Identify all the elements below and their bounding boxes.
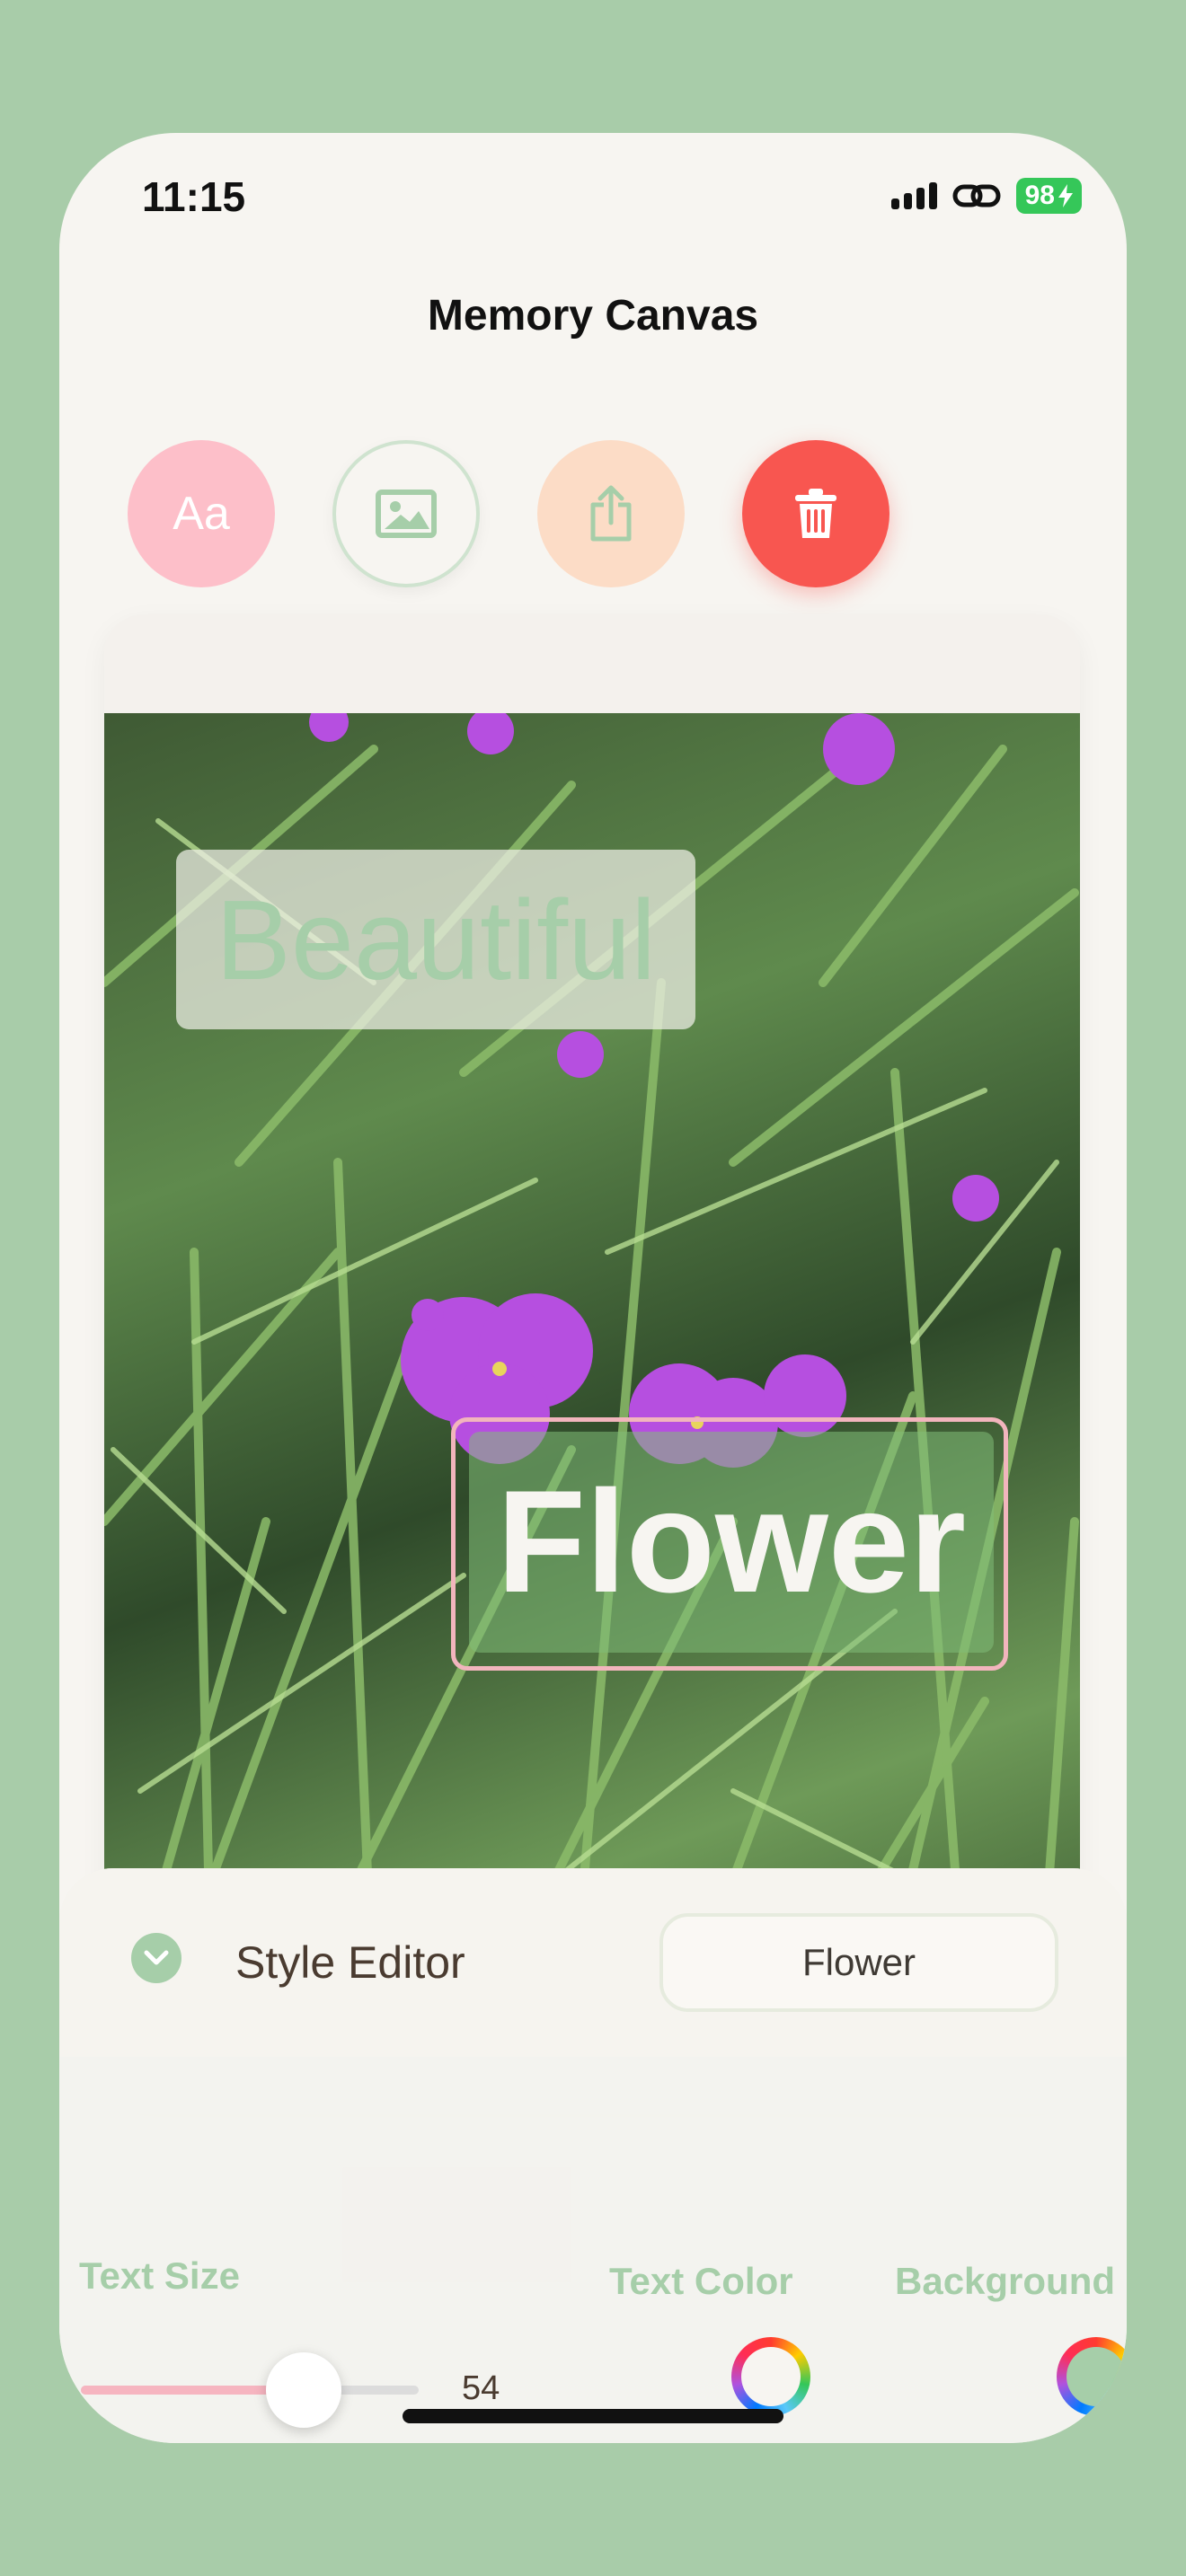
- page-title: Memory Canvas: [427, 292, 759, 340]
- background-color-swatch: [1067, 2347, 1126, 2406]
- chevron-down-icon: [144, 1950, 169, 1965]
- status-icons: 98: [890, 178, 1082, 214]
- slider-thumb[interactable]: [266, 2352, 342, 2428]
- link-icon: [952, 184, 1001, 207]
- status-bar: 11:15 98: [59, 133, 1127, 259]
- background-label: Background: [895, 2260, 1116, 2302]
- text-overlay-flower[interactable]: Flower: [469, 1432, 994, 1653]
- toolbar: Aa: [128, 440, 890, 587]
- battery-indicator: 98: [1015, 178, 1082, 214]
- add-text-button[interactable]: Aa: [128, 440, 275, 587]
- text-overlay-beautiful[interactable]: Beautiful: [176, 850, 695, 1029]
- text-color-picker[interactable]: [731, 2337, 810, 2416]
- battery-level: 98: [1024, 181, 1055, 210]
- photo-icon: [376, 490, 437, 538]
- collapse-button[interactable]: [131, 1933, 181, 1983]
- trash-icon: [795, 489, 836, 538]
- text-color-swatch: [741, 2347, 801, 2406]
- text-size-slider[interactable]: [81, 2352, 419, 2428]
- status-time: 11:15: [142, 173, 246, 220]
- background-color-picker[interactable]: [1057, 2337, 1127, 2416]
- phone-screen: 11:15 98 Memory Canvas Aa Beautiful Flow…: [59, 133, 1127, 2443]
- text-size-value: 54: [462, 2369, 500, 2407]
- delete-button[interactable]: [742, 440, 890, 587]
- signal-icon: [890, 182, 937, 209]
- add-text-label: Aa: [173, 488, 230, 540]
- text-color-label: Text Color: [609, 2260, 793, 2302]
- charging-bolt-icon: [1058, 184, 1073, 207]
- style-editor-title: Style Editor: [235, 1937, 465, 1988]
- selected-text-field[interactable]: Flower: [659, 1913, 1058, 2012]
- style-editor-sheet: Style Editor Flower Text Size Text Color…: [59, 1868, 1127, 2443]
- home-indicator: [403, 2409, 783, 2423]
- style-editor-header: Style Editor Flower: [59, 1868, 1127, 2057]
- canvas-photo[interactable]: Beautiful Flower: [104, 713, 1080, 2028]
- add-image-button[interactable]: [332, 440, 480, 587]
- share-icon: [590, 485, 632, 542]
- share-button[interactable]: [537, 440, 685, 587]
- text-size-label: Text Size: [79, 2254, 240, 2297]
